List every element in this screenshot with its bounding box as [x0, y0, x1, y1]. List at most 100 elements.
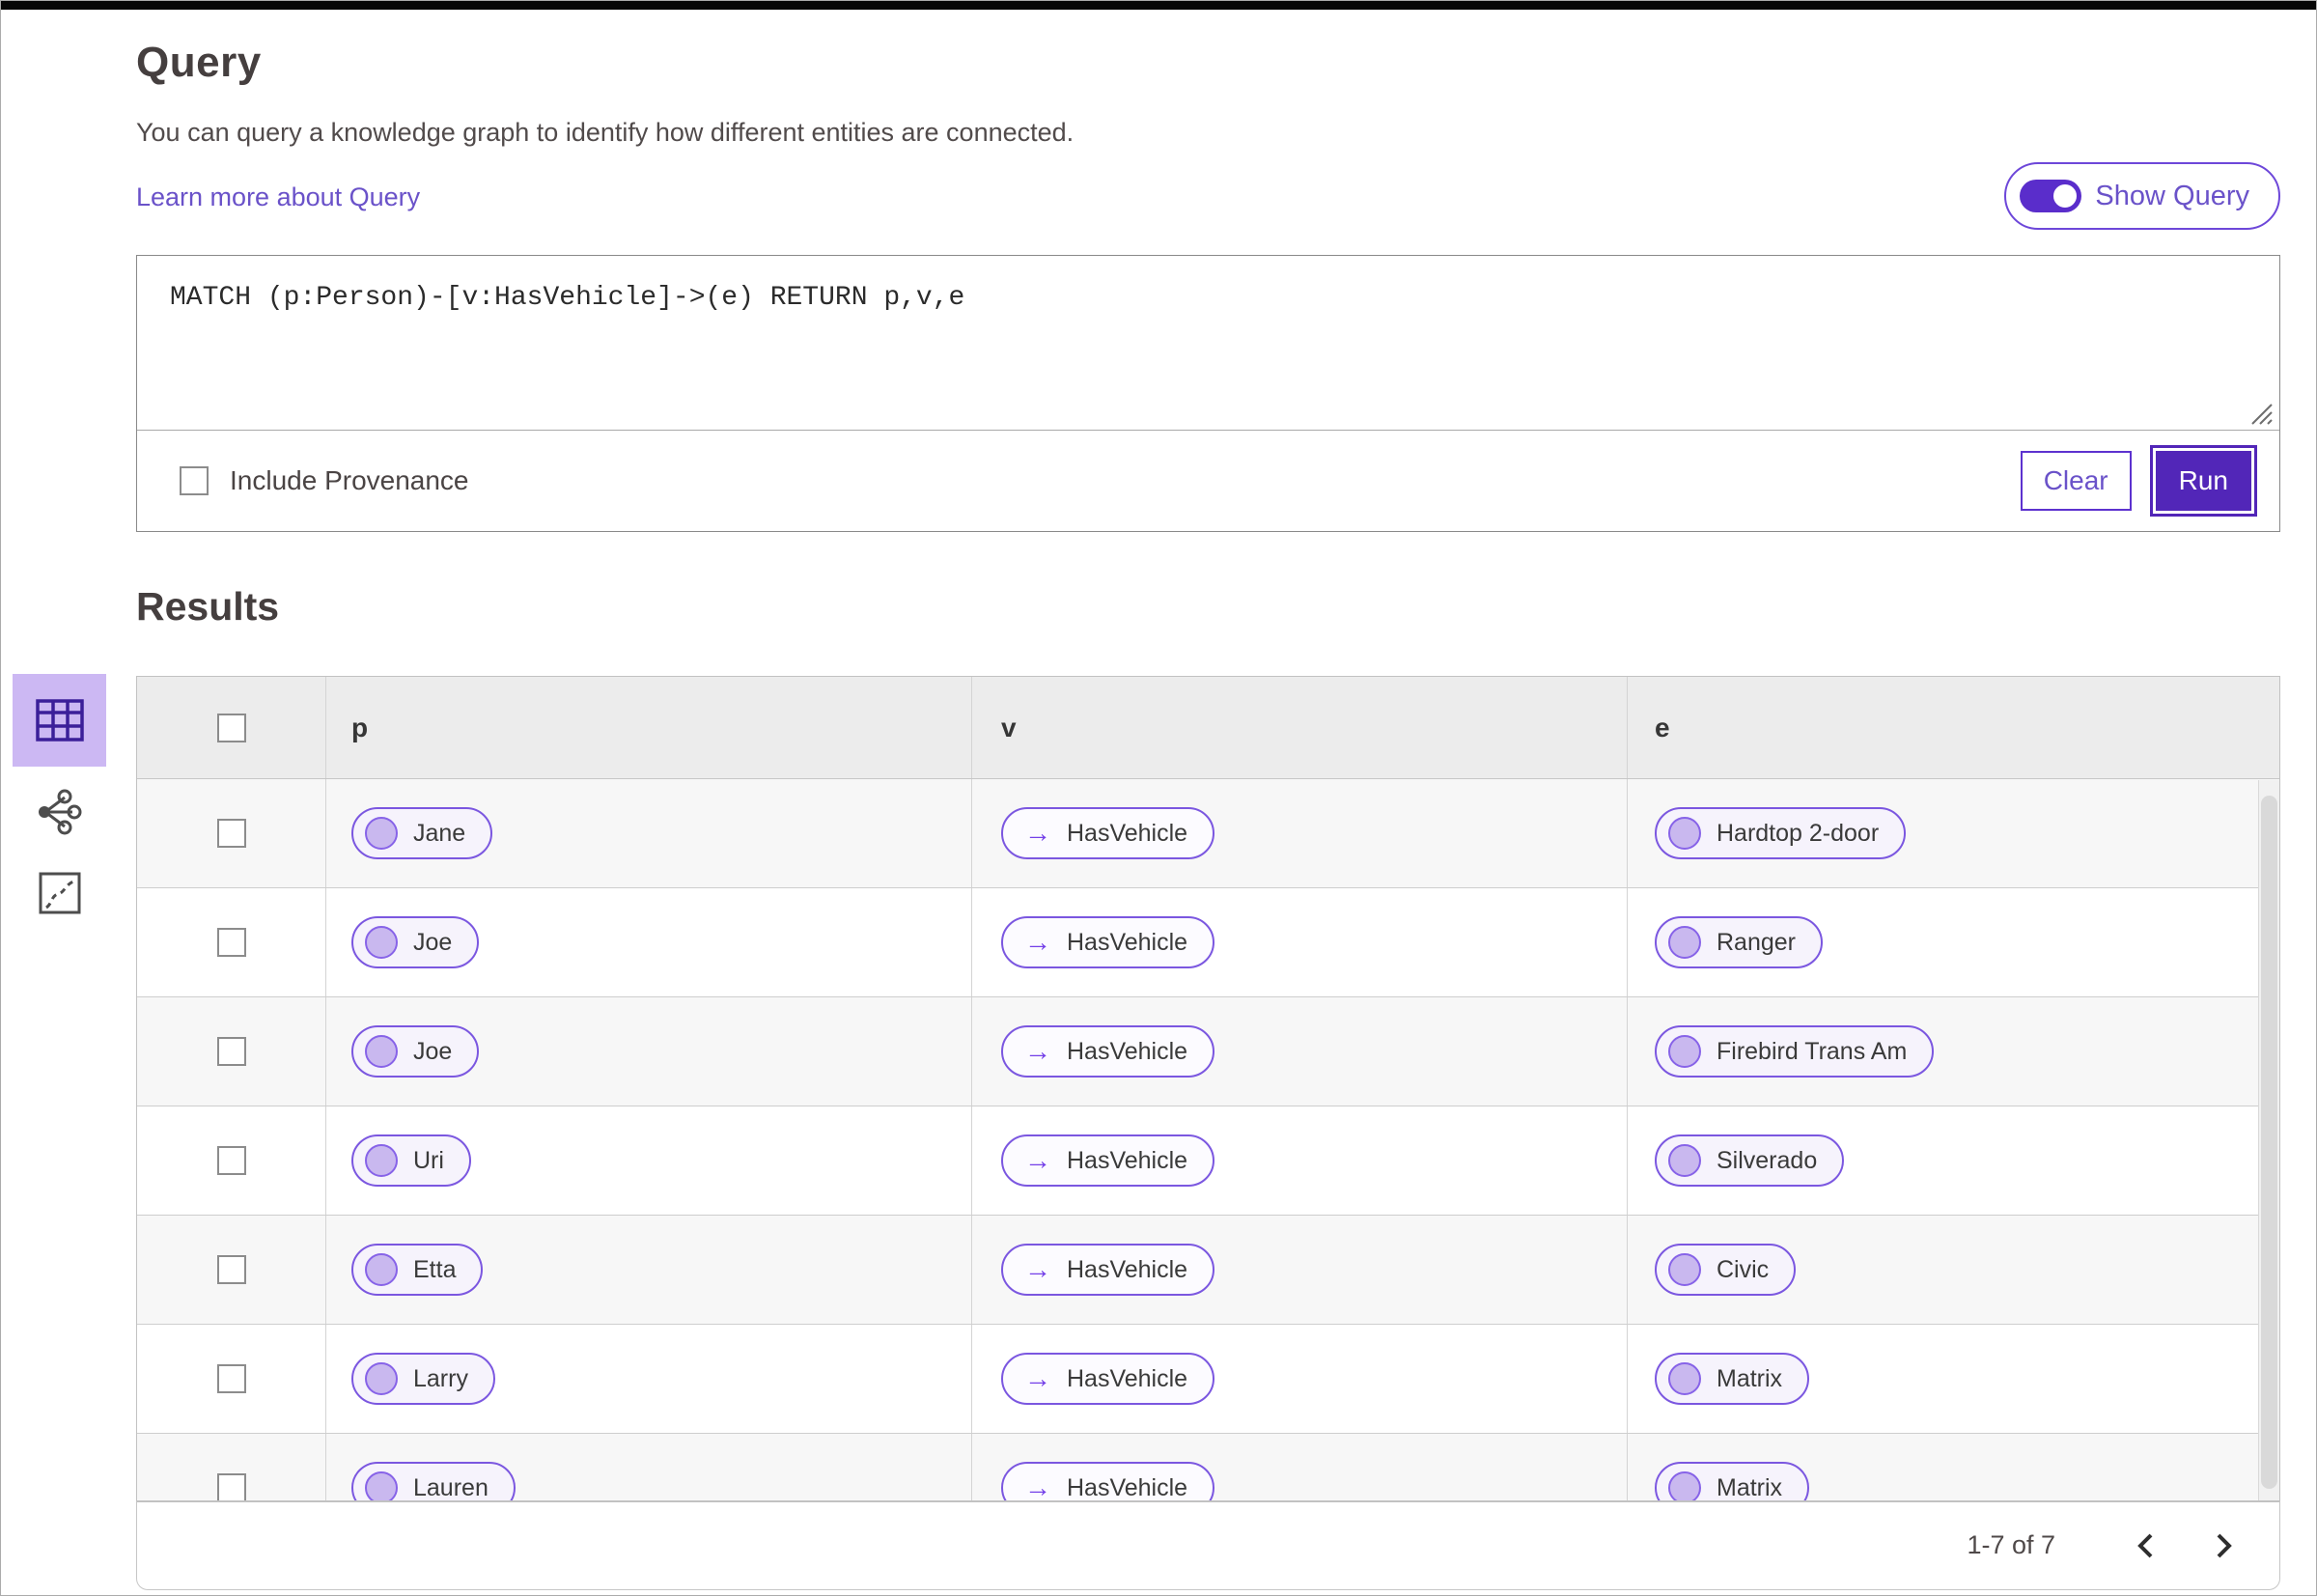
- table-row[interactable]: Jane → HasVehicle Hardtop 2-door: [137, 779, 2279, 888]
- v-pill-label: HasVehicle: [1067, 1037, 1188, 1065]
- cell-p: Joe: [326, 997, 972, 1106]
- e-pill-label: Ranger: [1717, 928, 1796, 956]
- p-pill[interactable]: Uri: [351, 1134, 471, 1187]
- graph-icon: [38, 789, 81, 835]
- p-pill-label: Joe: [413, 928, 453, 956]
- cell-p: Etta: [326, 1216, 972, 1324]
- v-pill[interactable]: → HasVehicle: [1001, 1244, 1215, 1296]
- show-query-toggle[interactable]: Show Query: [2004, 162, 2280, 230]
- e-pill-label: Hardtop 2-door: [1717, 819, 1880, 847]
- node-circle-icon: [365, 926, 398, 959]
- row-checkbox[interactable]: [216, 1037, 246, 1066]
- e-pill[interactable]: Matrix: [1655, 1462, 1810, 1501]
- e-pill-label: Silverado: [1717, 1146, 1818, 1174]
- header-checkbox-cell: [137, 677, 326, 778]
- table-row[interactable]: Joe → HasVehicle Ranger: [137, 888, 2279, 997]
- node-circle-icon: [1668, 1362, 1701, 1395]
- table-row[interactable]: Larry → HasVehicle Matrix: [137, 1325, 2279, 1434]
- row-checkbox-cell: [137, 1106, 326, 1215]
- column-header-e[interactable]: e: [1628, 677, 2279, 778]
- cell-v: → HasVehicle: [972, 888, 1628, 996]
- v-pill-label: HasVehicle: [1067, 1473, 1188, 1501]
- scrollbar-thumb[interactable]: [2261, 796, 2277, 1489]
- node-circle-icon: [365, 1253, 398, 1286]
- column-header-p[interactable]: p: [326, 677, 972, 778]
- p-pill-label: Etta: [413, 1255, 457, 1283]
- node-circle-icon: [1668, 817, 1701, 850]
- cell-v: → HasVehicle: [972, 997, 1628, 1106]
- e-pill[interactable]: Firebird Trans Am: [1655, 1025, 1935, 1078]
- e-pill[interactable]: Silverado: [1655, 1134, 1845, 1187]
- cell-p: Jane: [326, 779, 972, 887]
- provenance-label: Include Provenance: [230, 465, 469, 495]
- include-provenance-option[interactable]: Include Provenance: [180, 465, 469, 496]
- cell-v: → HasVehicle: [972, 779, 1628, 887]
- table-row[interactable]: Lauren → HasVehicle Matrix: [137, 1434, 2279, 1501]
- p-pill[interactable]: Etta: [351, 1244, 484, 1296]
- page-title: Query: [136, 39, 262, 86]
- row-checkbox[interactable]: [216, 928, 246, 957]
- pagination-next-button[interactable]: [2200, 1523, 2247, 1569]
- v-pill-label: HasVehicle: [1067, 1146, 1188, 1174]
- row-checkbox[interactable]: [216, 1146, 246, 1175]
- p-pill[interactable]: Lauren: [351, 1462, 516, 1500]
- map-icon: [39, 872, 80, 914]
- main-content: Query You can query a knowledge graph to…: [1, 39, 2316, 1590]
- v-pill[interactable]: → HasVehicle: [1001, 1353, 1215, 1405]
- row-checkbox[interactable]: [216, 1364, 246, 1393]
- clear-button[interactable]: Clear: [2020, 451, 2132, 511]
- v-pill[interactable]: → HasVehicle: [1001, 1462, 1215, 1501]
- v-pill-label: HasVehicle: [1067, 1255, 1188, 1283]
- node-circle-icon: [365, 1471, 398, 1500]
- query-panel: MATCH (p:Person)-[v:HasVehicle]->(e) RET…: [136, 255, 2280, 532]
- e-pill[interactable]: Ranger: [1655, 916, 1823, 968]
- graph-view-button[interactable]: [13, 776, 106, 848]
- node-circle-icon: [1668, 926, 1701, 959]
- cell-p: Joe: [326, 888, 972, 996]
- node-circle-icon: [1668, 1144, 1701, 1177]
- query-editor[interactable]: MATCH (p:Person)-[v:HasVehicle]->(e) RET…: [137, 256, 2279, 431]
- table-row[interactable]: Uri → HasVehicle Silverado: [137, 1106, 2279, 1216]
- node-circle-icon: [365, 1362, 398, 1395]
- arrow-right-icon: →: [1024, 1145, 1051, 1175]
- toggle-switch-icon[interactable]: [2020, 180, 2082, 212]
- row-checkbox-cell: [137, 779, 326, 887]
- v-pill[interactable]: → HasVehicle: [1001, 916, 1215, 968]
- v-pill[interactable]: → HasVehicle: [1001, 1025, 1215, 1078]
- p-pill[interactable]: Joe: [351, 1025, 480, 1078]
- map-view-button[interactable]: [13, 857, 106, 929]
- e-pill[interactable]: Matrix: [1655, 1353, 1810, 1405]
- table-row[interactable]: Etta → HasVehicle Civic: [137, 1216, 2279, 1325]
- v-pill[interactable]: → HasVehicle: [1001, 807, 1215, 859]
- e-pill-label: Matrix: [1717, 1473, 1783, 1501]
- p-pill[interactable]: Larry: [351, 1353, 495, 1405]
- table-header-row: p v e: [137, 677, 2279, 779]
- node-circle-icon: [365, 1144, 398, 1177]
- run-button[interactable]: Run: [2149, 445, 2258, 517]
- vertical-scrollbar[interactable]: [2258, 780, 2279, 1500]
- table-row[interactable]: Joe → HasVehicle Firebird Trans Am: [137, 997, 2279, 1106]
- row-checkbox-cell: [137, 888, 326, 996]
- query-text[interactable]: MATCH (p:Person)-[v:HasVehicle]->(e) RET…: [137, 256, 2279, 340]
- select-all-checkbox[interactable]: [216, 713, 246, 742]
- column-header-v[interactable]: v: [972, 677, 1628, 778]
- row-checkbox[interactable]: [216, 819, 246, 848]
- p-pill[interactable]: Jane: [351, 807, 493, 859]
- v-pill[interactable]: → HasVehicle: [1001, 1134, 1215, 1187]
- learn-more-link[interactable]: Learn more about Query: [136, 182, 420, 212]
- table-view-button[interactable]: [13, 674, 106, 767]
- arrow-right-icon: →: [1024, 818, 1051, 848]
- v-pill-label: HasVehicle: [1067, 819, 1188, 847]
- node-circle-icon: [1668, 1253, 1701, 1286]
- e-pill[interactable]: Civic: [1655, 1244, 1797, 1296]
- e-pill[interactable]: Hardtop 2-door: [1655, 807, 1907, 859]
- row-checkbox[interactable]: [216, 1473, 246, 1500]
- provenance-checkbox[interactable]: [180, 466, 209, 495]
- pagination-prev-button[interactable]: [2123, 1523, 2169, 1569]
- p-pill[interactable]: Joe: [351, 916, 480, 968]
- node-circle-icon: [1668, 1035, 1701, 1068]
- resize-handle-icon[interactable]: [2248, 401, 2274, 426]
- row-checkbox-cell: [137, 1434, 326, 1500]
- row-checkbox[interactable]: [216, 1255, 246, 1284]
- arrow-right-icon: →: [1024, 1363, 1051, 1393]
